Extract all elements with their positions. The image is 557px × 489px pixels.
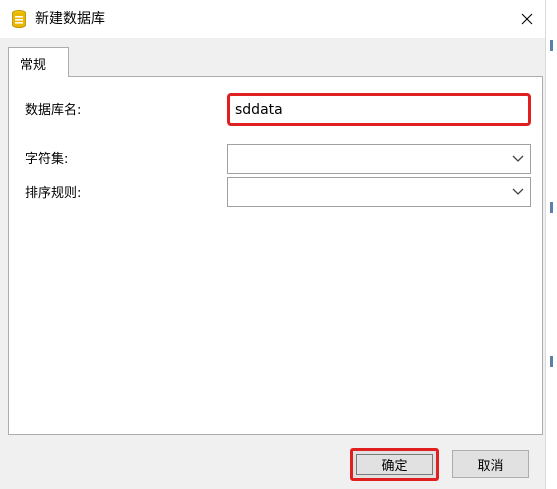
db-name-label: 数据库名: (25, 103, 82, 118)
ok-button[interactable]: 确定 (350, 448, 439, 481)
window-title: 新建数据库 (35, 11, 105, 27)
general-panel: 数据库名: 字符集: 排序规则: (8, 76, 543, 435)
db-name-field-wrapper (227, 93, 531, 126)
db-name-input[interactable] (235, 101, 515, 119)
charset-label: 字符集: (25, 152, 69, 167)
database-icon (12, 10, 26, 28)
edge-mark (550, 40, 553, 51)
tab-general-label: 常规 (20, 58, 47, 73)
tab-general[interactable]: 常规 (8, 47, 69, 77)
collation-label: 排序规则: (25, 186, 82, 201)
edge-mark (550, 202, 553, 213)
chevron-down-icon (512, 188, 524, 195)
cancel-button-label: 取消 (477, 458, 504, 474)
background-window-edge (545, 0, 557, 489)
collation-select[interactable] (227, 177, 531, 207)
charset-select[interactable] (227, 144, 531, 174)
ok-button-face: 确定 (356, 454, 433, 475)
title-bar: 新建数据库 (0, 0, 545, 38)
edge-mark (550, 356, 553, 367)
ok-button-label: 确定 (381, 459, 408, 474)
chevron-down-icon (512, 155, 524, 162)
close-icon (521, 13, 533, 25)
close-button[interactable] (512, 4, 542, 34)
cancel-button[interactable]: 取消 (452, 450, 529, 478)
